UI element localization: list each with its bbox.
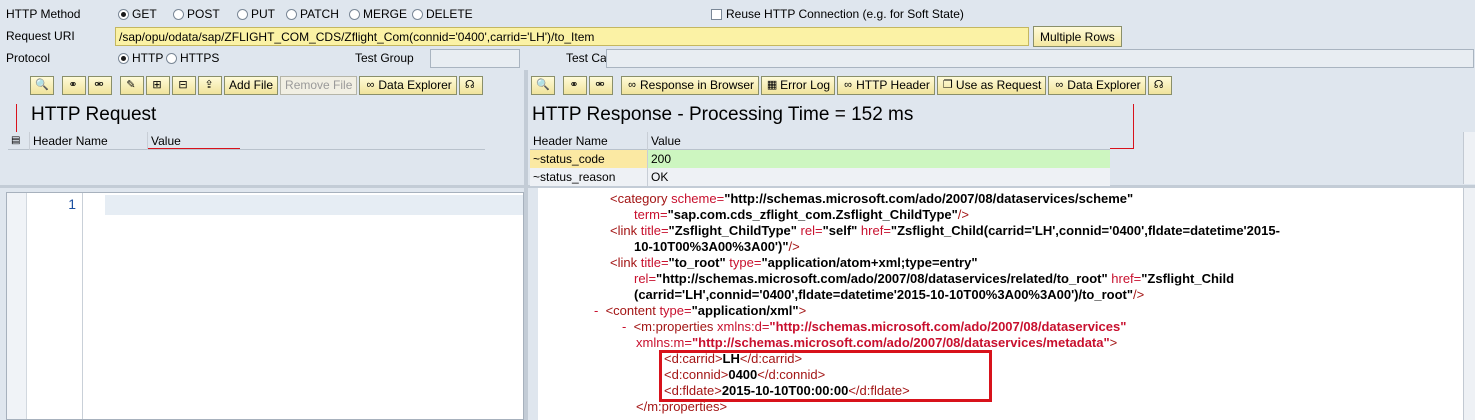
multiple-rows-button[interactable]: Multiple Rows [1033, 26, 1122, 47]
binoculars-icon: ⚭ [569, 79, 579, 91]
response-xml-scrollbar[interactable] [1463, 188, 1475, 420]
request-find-next-button[interactable]: ⚮ [88, 75, 112, 95]
request-settings-button[interactable]: ☊ [458, 75, 483, 95]
request-data-explorer-button[interactable]: ∞ Data Explorer [359, 75, 457, 95]
pencil-icon: ✎ [126, 79, 136, 91]
binoculars-next-icon: ⚮ [595, 79, 605, 91]
request-import-button[interactable]: ⊞ [146, 75, 170, 95]
request-col-header-name[interactable]: Header Name [30, 131, 148, 150]
headset-icon: ☊ [1153, 79, 1164, 91]
remove-file-button[interactable]: Remove File [280, 75, 358, 95]
add-file-button[interactable]: Add File [224, 75, 279, 95]
delete-icon: ⊟ [178, 79, 188, 91]
glasses-icon: ∞ [366, 79, 375, 91]
log-icon: ▦ [766, 79, 778, 91]
http-header-button[interactable]: ∞ HTTP Header [837, 75, 935, 95]
response-col-value[interactable]: Value [648, 132, 1110, 150]
response-settings-button[interactable]: ☊ [1147, 75, 1172, 95]
editor-left-margin [7, 193, 27, 419]
method-radio-delete[interactable]: DELETE [412, 7, 473, 21]
request-header-table: ▤ Header Name Value [8, 131, 485, 150]
request-toolbar: 🔍 ⚭ ⚮ ✎ ⊞ ⊟ ⇪ Add File Remove File ∞ Data… [30, 74, 485, 96]
http-method-row: HTTP Method GET POST PUT PATCH MERGE DEL… [0, 3, 1475, 25]
test-group-label: Test Group [355, 51, 414, 65]
request-body-editor[interactable]: 1 [6, 192, 524, 420]
table-row[interactable]: ~status_reason OK [530, 168, 1110, 186]
response-red-marker [1133, 104, 1134, 149]
request-uri-label: Request URI [6, 29, 75, 43]
method-radio-merge[interactable]: MERGE [349, 7, 407, 21]
upload-icon: ⇪ [204, 79, 214, 91]
http-method-label: HTTP Method [6, 7, 81, 21]
binoculars-next-icon: ⚮ [94, 79, 104, 91]
response-header-table: Header Name Value ~status_code 200 ~stat… [530, 131, 1110, 186]
table-row[interactable]: ~status_code 200 [530, 150, 1110, 168]
glasses-icon: ∞ [1055, 79, 1064, 91]
headset-icon: ☊ [464, 79, 475, 91]
header-name-cell: ~status_code [530, 150, 648, 168]
request-find-button[interactable]: ⚭ [62, 75, 86, 95]
response-data-explorer-button[interactable]: ∞ Data Explorer [1048, 75, 1146, 95]
magnifier-icon: 🔍 [35, 79, 49, 91]
response-title: HTTP Response - Processing Time = 152 ms [532, 104, 914, 125]
glasses-icon: ∞ [628, 79, 636, 91]
method-radio-get[interactable]: GET [118, 7, 157, 21]
copy-icon: ❐ [942, 79, 953, 91]
current-line-highlight [105, 195, 523, 215]
glasses-icon: ∞ [844, 79, 853, 91]
test-group-input[interactable] [430, 49, 520, 68]
response-col-header-name[interactable]: Header Name [530, 131, 648, 150]
use-as-request-button[interactable]: ❐ Use as Request [936, 75, 1047, 95]
method-radio-put[interactable]: PUT [237, 7, 275, 21]
response-find-next-button[interactable]: ⚮ [589, 75, 613, 95]
request-title: HTTP Request [31, 104, 157, 125]
collapse-properties-toggle[interactable]: - [622, 319, 626, 334]
method-radio-post[interactable]: POST [173, 7, 220, 21]
method-radio-patch[interactable]: PATCH [286, 7, 339, 21]
header-value-cell: 200 [648, 150, 1110, 168]
error-log-button[interactable]: ▦ Error Log [761, 75, 836, 95]
protocol-label: Protocol [6, 51, 51, 65]
reuse-connection-checkbox[interactable]: Reuse HTTP Connection (e.g. for Soft Sta… [711, 7, 964, 21]
protocol-radio-http[interactable]: HTTP [118, 51, 163, 65]
panel-splitter[interactable] [524, 70, 528, 420]
request-upload-button[interactable]: ⇪ [198, 75, 222, 95]
request-display-button[interactable]: 🔍 [30, 75, 54, 95]
request-delete-button[interactable]: ⊟ [172, 75, 196, 95]
response-xml-view: <category scheme="http://schemas.microso… [538, 188, 1463, 420]
highlight-box [659, 350, 992, 402]
response-find-button[interactable]: ⚭ [563, 75, 587, 95]
magnifier-icon: 🔍 [536, 79, 550, 91]
line-number: 1 [27, 193, 83, 419]
request-edit-button[interactable]: ✎ [120, 75, 144, 95]
table-config-icon[interactable]: ▤ [8, 131, 30, 150]
header-name-cell: ~status_reason [530, 168, 648, 186]
request-col-value[interactable]: Value [148, 132, 485, 150]
protocol-radio-https[interactable]: HTTPS [166, 51, 219, 65]
import-icon: ⊞ [152, 79, 162, 91]
response-header-scrollbar[interactable] [1463, 132, 1475, 184]
response-in-browser-button[interactable]: ∞ Response in Browser [621, 75, 760, 95]
test-case-input[interactable] [606, 49, 1474, 68]
binoculars-icon: ⚭ [68, 79, 78, 91]
collapse-content-toggle[interactable]: - [594, 303, 598, 318]
response-display-button[interactable]: 🔍 [531, 75, 555, 95]
request-red-underline [148, 148, 240, 149]
request-uri-input[interactable]: /sap/opu/odata/sap/ZFLIGHT_COM_CDS/Zflig… [115, 27, 1029, 46]
response-toolbar: 🔍 ⚭ ⚮ ∞ Response in Browser ▦ Error Log ∞ H… [531, 74, 1174, 96]
header-value-cell: OK [648, 168, 1110, 186]
